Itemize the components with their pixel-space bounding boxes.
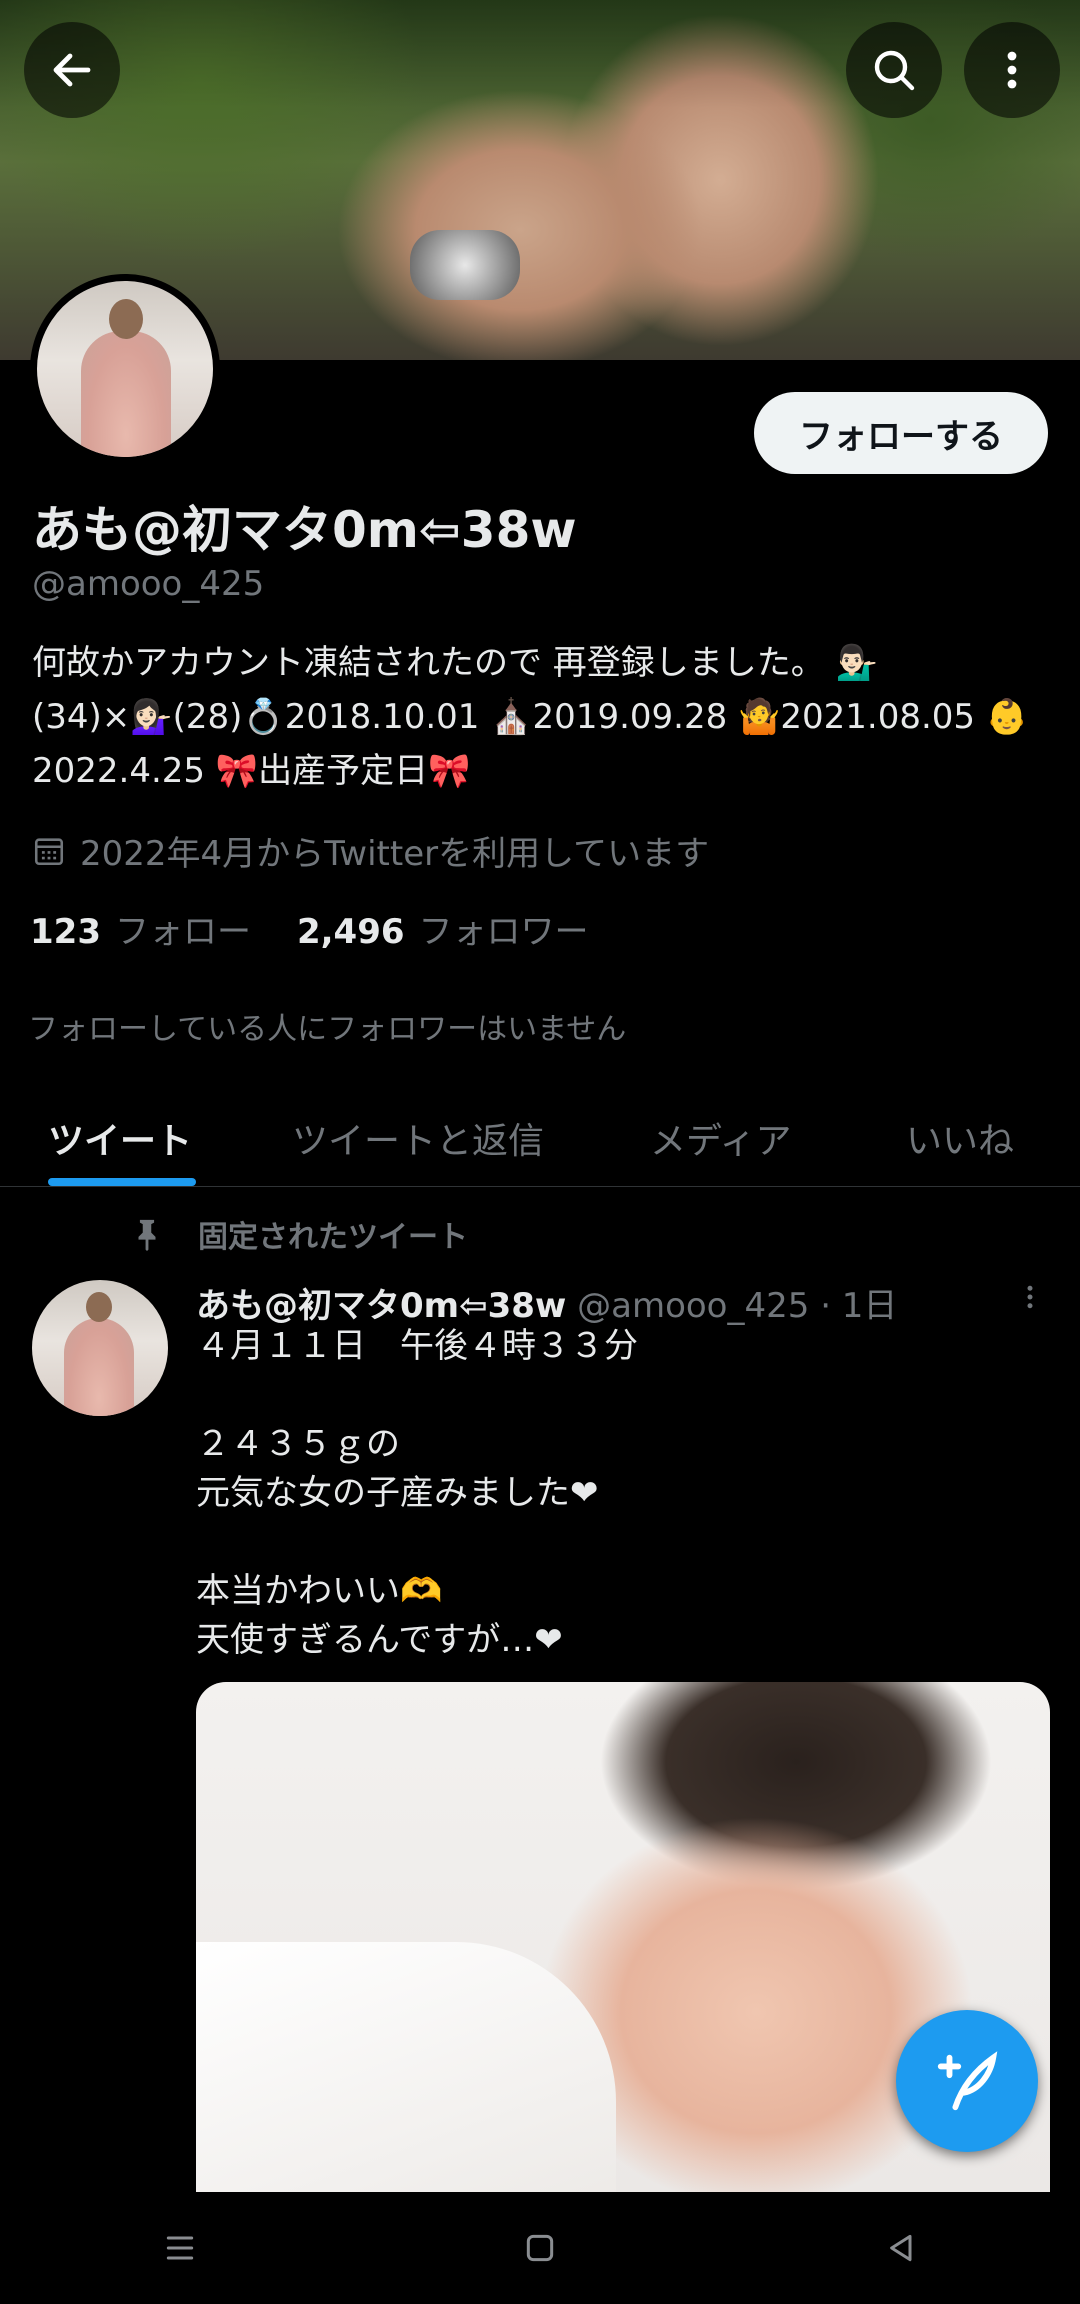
pinned-tweet-text: 固定されたツイート — [198, 1220, 468, 1255]
photo-blanket-shape — [196, 1942, 616, 2192]
search-icon — [874, 50, 915, 91]
wristwatch — [410, 230, 520, 300]
menu-icon — [166, 2236, 194, 2260]
system-back-button[interactable] — [860, 2208, 940, 2288]
followers-count: 2,496 — [296, 912, 405, 952]
followers-label: フォロワー — [418, 912, 589, 952]
calendar-icon — [34, 837, 64, 865]
joined-date-text: 2022年4月からTwitterを利用しています — [80, 834, 710, 874]
followed-by-note: フォローしている人にフォロワーはいません — [28, 1012, 627, 1047]
back-triangle-icon — [890, 2234, 912, 2262]
display-name: あも@初マタ0m⇦38w — [32, 501, 577, 559]
compose-tweet-icon — [937, 2051, 998, 2111]
tweet-author-name[interactable]: あも@初マタ0m⇦38w — [196, 1286, 566, 1326]
back-arrow-icon — [53, 53, 91, 87]
tab-tweets-and-replies[interactable]: ツイートと返信 — [292, 1090, 544, 1186]
search-button[interactable] — [846, 22, 942, 118]
avatar-image — [37, 281, 213, 457]
recent-apps-button[interactable] — [140, 2208, 220, 2288]
home-button[interactable] — [500, 2208, 580, 2288]
avatar-hair-shape — [109, 299, 143, 339]
tab-tweets[interactable]: ツイート — [48, 1090, 192, 1186]
more-vertical-icon — [1007, 51, 1017, 89]
following-count: 123 — [30, 912, 101, 952]
system-navigation-bar — [0, 2192, 1080, 2304]
more-options-button[interactable] — [964, 22, 1060, 118]
avatar-dress-shape — [81, 331, 171, 457]
tweet-more-button[interactable] — [1010, 1272, 1050, 1322]
back-button[interactable] — [24, 22, 120, 118]
tweet-avatar-dress-shape — [64, 1318, 134, 1416]
following-stat[interactable]: 123 フォロー — [30, 904, 251, 953]
tweet-author-handle-time: @amooo_425 · 1日 — [577, 1286, 898, 1326]
pinned-tweet-label: 固定されたツイート — [130, 1212, 468, 1256]
tab-media[interactable]: メディア — [650, 1090, 791, 1186]
user-handle: @amooo_425 — [32, 564, 265, 604]
profile-tabs: ツイート ツイートと返信 メディア いいね — [0, 1090, 1080, 1187]
more-vertical-icon — [1027, 1285, 1033, 1309]
tab-likes[interactable]: いいね — [906, 1090, 1014, 1186]
profile-bio: 何故かアカウント凍結されたので 再登録しました。 💁🏻‍♂️ (34)×💁🏻‍♀… — [32, 643, 1029, 791]
pin-icon — [138, 1219, 156, 1251]
home-square-icon — [526, 2234, 554, 2262]
follow-stats: 123 フォロー 2,496 フォロワー — [30, 904, 589, 953]
active-tab-indicator — [48, 1178, 196, 1186]
tweet-text: ４月１１日 午後４時３３分 ２４３５ｇの 元気な女の子産みました❤ 本当かわいい… — [196, 1326, 638, 1660]
tweet-header: あも@初マタ0m⇦38w @amooo_425 · 1日 — [196, 1278, 897, 1327]
compose-tweet-button[interactable] — [896, 2010, 1038, 2152]
tweet-author-avatar[interactable] — [32, 1280, 168, 1416]
followers-stat[interactable]: 2,496 フォロワー — [297, 904, 589, 953]
following-label: フォロー — [114, 912, 251, 952]
profile-avatar[interactable] — [30, 274, 220, 464]
joined-date: 2022年4月からTwitterを利用しています — [32, 826, 709, 875]
tweet-avatar-hair-shape — [86, 1292, 112, 1322]
follow-button[interactable]: フォローする — [754, 392, 1048, 474]
